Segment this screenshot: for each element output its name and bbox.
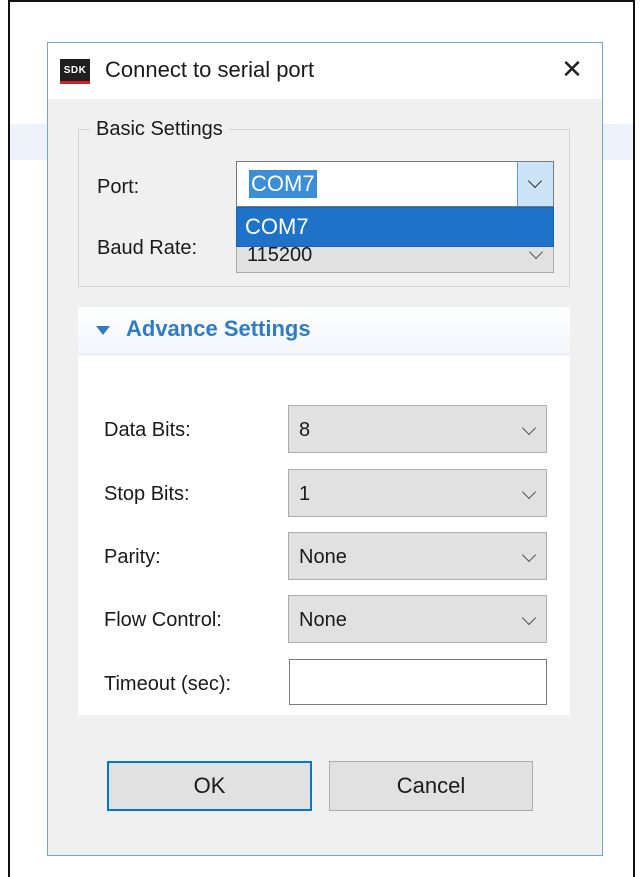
port-dropdown-button[interactable]: [517, 162, 553, 206]
data-bits-label: Data Bits:: [104, 419, 191, 441]
timeout-input[interactable]: [289, 659, 547, 705]
flow-control-select[interactable]: None: [288, 595, 547, 643]
timeout-label: Timeout (sec):: [104, 673, 232, 695]
sdk-logo-icon: SDK: [60, 59, 90, 84]
parity-select[interactable]: None: [288, 532, 547, 580]
stop-bits-label: Stop Bits:: [104, 483, 190, 505]
chevron-down-icon: [527, 173, 543, 189]
parity-value: None: [299, 546, 347, 568]
port-value: COM7: [249, 170, 317, 198]
port-label: Port:: [97, 176, 140, 198]
baud-rate-value: 115200: [247, 244, 313, 266]
close-button[interactable]: ✕: [556, 53, 588, 85]
port-option-com7[interactable]: COM7: [245, 214, 309, 240]
connect-serial-dialog: SDK Connect to serial port ✕ Basic Setti…: [47, 42, 603, 856]
dialog-titlebar: SDK Connect to serial port ✕: [48, 43, 602, 99]
caret-down-icon: [96, 326, 110, 335]
ok-button[interactable]: OK: [107, 761, 312, 811]
data-bits-select[interactable]: 8: [288, 405, 547, 453]
close-icon: ✕: [561, 53, 583, 84]
chevron-down-icon: [528, 244, 544, 260]
baud-rate-label: Baud Rate:: [97, 237, 198, 259]
cancel-button[interactable]: Cancel: [329, 761, 533, 811]
chevron-down-icon: [521, 547, 537, 563]
flow-control-value: None: [299, 609, 347, 631]
parity-label: Parity:: [104, 546, 161, 568]
basic-settings-legend: Basic Settings: [90, 118, 229, 141]
advance-settings-title: Advance Settings: [126, 316, 311, 341]
port-dropdown-list: COM7: [236, 207, 554, 247]
port-select[interactable]: COM7: [236, 161, 554, 207]
advance-settings-header[interactable]: Advance Settings: [78, 307, 570, 355]
data-bits-value: 8: [299, 419, 311, 441]
stop-bits-select[interactable]: 1: [288, 469, 547, 517]
sdk-logo-text: SDK: [63, 64, 87, 76]
stop-bits-value: 1: [299, 483, 311, 505]
chevron-down-icon: [521, 610, 537, 626]
flow-control-label: Flow Control:: [104, 609, 222, 631]
chevron-down-icon: [521, 420, 537, 436]
chevron-down-icon: [521, 484, 537, 500]
dialog-title: Connect to serial port: [105, 57, 315, 82]
